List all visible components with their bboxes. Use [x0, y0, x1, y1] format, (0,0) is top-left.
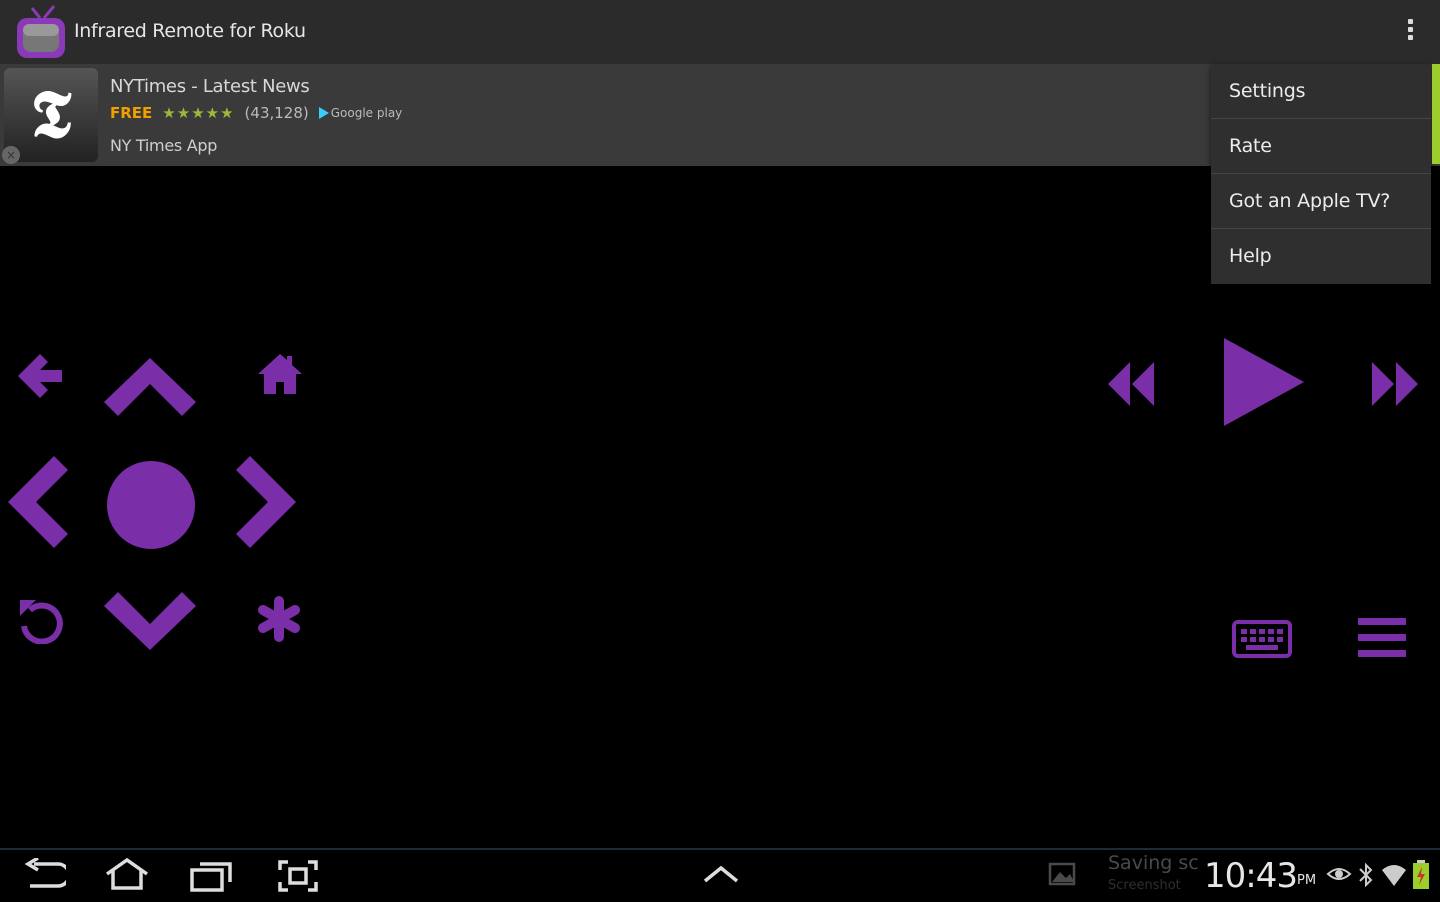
notification-subtext: Screenshot — [1108, 878, 1181, 893]
menu-item-apple-tv[interactable]: Got an Apple TV? — [1211, 174, 1431, 229]
notification-text: Saving sc — [1108, 852, 1199, 874]
action-bar: Infrared Remote for Roku — [0, 0, 1440, 64]
down-arrow-button[interactable] — [104, 590, 196, 652]
home-icon[interactable] — [104, 858, 150, 892]
wifi-icon — [1382, 865, 1406, 886]
clock: 10:43 — [1204, 856, 1298, 896]
ad-close-icon[interactable]: × — [2, 146, 20, 164]
left-arrow-button[interactable] — [8, 456, 70, 548]
ok-button[interactable] — [106, 460, 196, 550]
menu-scrollbar — [1432, 64, 1440, 164]
clock-ampm: PM — [1297, 873, 1317, 888]
rewind-button[interactable] — [1104, 360, 1156, 408]
roku-tv-icon — [17, 5, 65, 58]
home-button[interactable] — [256, 352, 304, 396]
keyboard-button[interactable] — [1232, 620, 1292, 658]
chevron-up-icon[interactable] — [702, 864, 740, 884]
dot-icon — [1407, 27, 1413, 32]
ad-rating-count: (43,128) — [244, 104, 309, 122]
dot-icon — [1407, 35, 1413, 40]
eye-icon — [1326, 868, 1352, 880]
recent-apps-icon[interactable] — [190, 860, 232, 892]
up-arrow-button[interactable] — [104, 356, 196, 418]
overflow-menu-button[interactable] — [1400, 16, 1420, 48]
dot-icon — [1407, 19, 1413, 24]
ad-subtitle: NY Times App — [110, 136, 218, 155]
menu-item-rate[interactable]: Rate — [1211, 119, 1431, 174]
right-arrow-button[interactable] — [234, 456, 296, 548]
screenshot-icon[interactable] — [278, 860, 318, 892]
back-arrow-button[interactable] — [16, 352, 66, 400]
google-play-icon — [318, 107, 329, 119]
menu-hamburger-button[interactable] — [1358, 618, 1406, 658]
fast-forward-button[interactable] — [1370, 360, 1422, 408]
ad-price: FREE — [110, 104, 153, 122]
nytimes-logo-icon: 𝕿 — [4, 68, 98, 162]
ad-stars: ★★★★★ — [162, 104, 235, 122]
menu-item-settings[interactable]: Settings — [1211, 64, 1431, 119]
app-title: Infrared Remote for Roku — [74, 20, 306, 42]
ad-rating-row: FREE ★★★★★ (43,128) Google play — [110, 104, 402, 122]
overflow-menu: Settings Rate Got an Apple TV? Help — [1211, 64, 1431, 284]
menu-item-help[interactable]: Help — [1211, 229, 1431, 284]
play-button[interactable] — [1220, 336, 1306, 428]
google-play-badge: Google play — [318, 106, 403, 120]
image-notification-icon — [1048, 862, 1076, 886]
bluetooth-icon — [1359, 862, 1373, 888]
options-star-button[interactable] — [256, 596, 302, 642]
ad-title: NYTimes - Latest News — [110, 76, 310, 97]
google-play-label: Google play — [330, 106, 403, 120]
replay-button[interactable] — [16, 596, 64, 644]
back-icon[interactable] — [24, 858, 66, 892]
battery-icon — [1413, 860, 1429, 889]
